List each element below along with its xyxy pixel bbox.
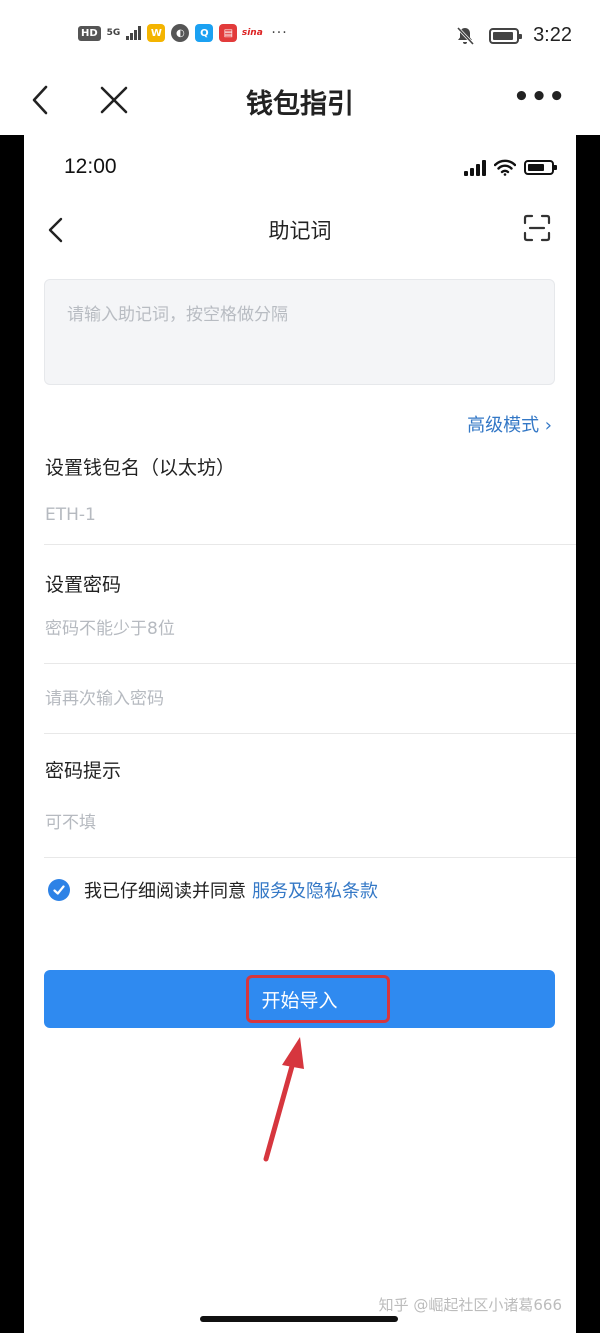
password-hint-input[interactable] — [45, 805, 575, 841]
inner-nav-bar: 助记词 — [24, 205, 576, 255]
inner-status-bar: 12:00 — [24, 135, 576, 205]
start-import-button[interactable]: 开始导入 — [44, 970, 555, 1028]
status-right-icons: 3:22 — [455, 24, 572, 47]
search-app-icon: Q — [195, 24, 214, 42]
agreement-text: 我已仔细阅读并同意 — [84, 881, 246, 902]
weibo-app-icon: W — [147, 24, 166, 42]
inner-status-icons — [464, 159, 557, 176]
status-left-icons: HD 5G W ◐ Q ▤ sina ··· — [78, 24, 288, 42]
network-type: 5G — [106, 27, 121, 38]
scan-icon[interactable] — [522, 213, 552, 243]
divider — [44, 544, 576, 545]
check-icon — [53, 885, 65, 895]
divider — [44, 857, 576, 858]
divider — [44, 733, 576, 734]
watermark: 知乎 @崛起社区小诸葛666 — [378, 1296, 562, 1314]
password-hint-label: 密码提示 — [45, 760, 122, 782]
mute-bell-icon — [456, 26, 475, 45]
more-menu-icon[interactable]: ••• — [513, 82, 566, 112]
agree-checkbox[interactable] — [48, 879, 70, 901]
outer-nav-bar: 钱包指引 ••• — [0, 72, 600, 132]
hd-badge: HD — [78, 25, 101, 41]
wifi-icon — [494, 159, 516, 176]
mnemonic-box — [44, 279, 555, 385]
home-indicator[interactable] — [200, 1316, 398, 1322]
wallet-name-input[interactable] — [45, 497, 575, 533]
browser-app-icon: ◐ — [171, 24, 190, 42]
confirm-password-input[interactable] — [45, 681, 575, 717]
mnemonic-input[interactable] — [45, 280, 554, 384]
password-input[interactable] — [45, 611, 575, 647]
embedded-wallet-screen: 12:00 助记词 请输入助记词，按空格做分隔 高级模式 › 设置钱包名（以太坊… — [24, 135, 576, 1333]
password-label: 设置密码 — [45, 574, 122, 596]
inner-status-time: 12:00 — [64, 155, 117, 178]
divider — [44, 663, 576, 664]
outer-status-bar: HD 5G W ◐ Q ▤ sina ··· 3:22 — [0, 0, 600, 72]
screenshot-frame: 12:00 助记词 请输入助记词，按空格做分隔 高级模式 › 设置钱包名（以太坊… — [0, 135, 600, 1333]
wallet-name-label: 设置钱包名（以太坊） — [45, 457, 236, 479]
more-notifications-icon: ··· — [271, 25, 288, 41]
page-title: 钱包指引 — [246, 89, 354, 120]
inner-page-title: 助记词 — [268, 219, 332, 243]
status-time: 3:22 — [533, 24, 572, 46]
red-arrow-annotation — [263, 1037, 304, 1162]
signal-icon — [126, 26, 142, 40]
advanced-mode-link[interactable]: 高级模式 › — [467, 411, 552, 437]
sina-app-icon: sina — [242, 24, 263, 42]
news-app-icon: ▤ — [219, 24, 238, 42]
terms-link[interactable]: 服务及隐私条款 — [252, 877, 378, 903]
agreement-row: 我已仔细阅读并同意 服务及隐私条款 — [48, 877, 378, 903]
inner-signal-icon — [464, 159, 486, 176]
inner-battery-icon — [524, 160, 557, 175]
battery-icon — [489, 27, 523, 44]
